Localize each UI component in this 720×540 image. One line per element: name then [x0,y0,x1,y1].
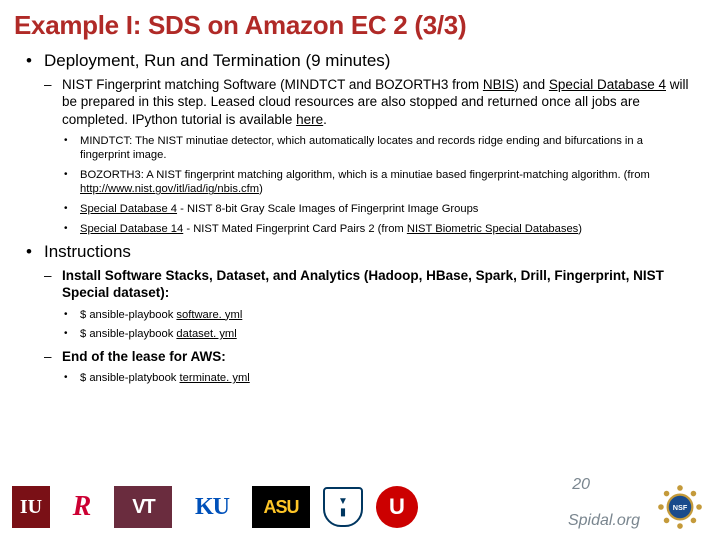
link-nbis[interactable]: NBIS [483,77,515,92]
sub-specialdb4: Special Database 4 - NIST 8-bit Gray Sca… [62,202,694,217]
logo-virginia-tech-icon: VT [114,486,172,528]
deployment-desc: NIST Fingerprint matching Software (MIND… [44,76,694,236]
link-terminate-yml[interactable]: terminate. yml [180,372,250,384]
logo-utah-icon: U [376,486,418,528]
svg-text:NSF: NSF [673,503,688,512]
logo-stonybrook-icon: ▼▮ [323,487,363,527]
site-label: Spidal.org [568,512,640,530]
link-software-yml[interactable]: software. yml [176,309,242,321]
cmd-software: $ ansible-playbook software. yml [62,308,694,323]
link-specialdb4-inline[interactable]: Special Database 4 [549,77,666,92]
link-specialdb4[interactable]: Special Database 4 [80,203,177,215]
bullet-deployment: Deployment, Run and Termination (9 minut… [26,51,694,236]
bullet-instructions-head: Instructions [44,242,131,261]
instr-install: Install Software Stacks, Dataset, and An… [44,267,694,342]
link-nist-url[interactable]: http://www.nist.gov/itl/iad/ig/nbis.cfm [80,183,259,195]
sub-bozorth3: BOZORTH3: A NIST fingerprint matching al… [62,168,694,197]
cmd-dataset: $ ansible-playbook dataset. yml [62,327,694,342]
logo-rutgers-icon: R [63,486,101,528]
logo-kansas-icon: KU [185,486,239,528]
link-dataset-yml[interactable]: dataset. yml [176,328,236,340]
logo-nsf-icon: NSF [652,479,708,535]
sub-mindtct: MINDTCT: The NIST minutiae detector, whi… [62,134,694,163]
bullet-instructions: Instructions Install Software Stacks, Da… [26,242,694,385]
footer: IU R VT KU ASU ▼▮ U 20 Spidal.org NSF [0,474,720,540]
slide-title: Example I: SDS on Amazon EC 2 (3/3) [0,0,720,51]
link-nist-biometric[interactable]: NIST Biometric Special Databases [407,223,578,235]
logo-asu-icon: ASU [252,486,310,528]
slide-body: Deployment, Run and Termination (9 minut… [0,51,720,386]
bullet-deployment-head: Deployment, Run and Termination (9 minut… [44,51,390,70]
instr-end-lease: End of the lease for AWS: $ ansible-plat… [44,348,694,386]
link-specialdb14[interactable]: Special Database 14 [80,223,183,235]
link-here[interactable]: here [296,112,323,127]
page-number: 20 [572,476,590,494]
logo-indiana-icon: IU [12,486,50,528]
sub-specialdb14: Special Database 14 - NIST Mated Fingerp… [62,222,694,237]
cmd-terminate: $ ansible-platybook terminate. yml [62,371,694,386]
